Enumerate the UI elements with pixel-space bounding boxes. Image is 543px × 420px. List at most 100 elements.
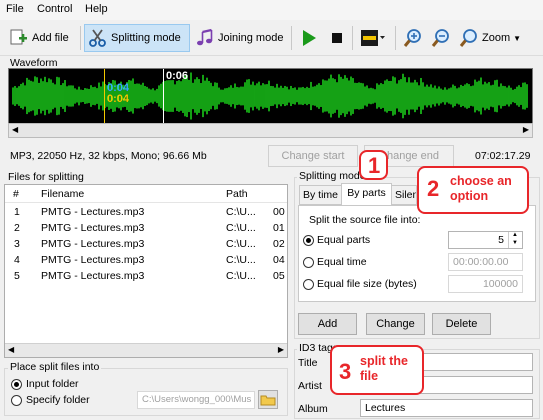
toolbar-separator — [80, 26, 81, 50]
row-path: C:\U... — [226, 270, 256, 282]
scissors-icon — [88, 28, 108, 48]
toolbar-separator — [395, 26, 396, 50]
row-number: 5 — [14, 270, 20, 282]
delete-button[interactable]: Delete — [432, 313, 491, 335]
tab-silence[interactable]: Silen — [391, 185, 417, 205]
add-button[interactable]: Add — [298, 313, 357, 335]
row-extra: 02 — [273, 238, 285, 250]
row-path: C:\U... — [226, 238, 256, 250]
row-filename: PMTG - Lectures.mp3 — [41, 222, 145, 234]
row-filename: PMTG - Lectures.mp3 — [41, 206, 145, 218]
column-header-filename[interactable]: Filename — [41, 188, 84, 200]
files-list[interactable]: # Filename Path 1 PMTG - Lectures.mp3 C:… — [4, 184, 288, 358]
menu-file[interactable]: File — [6, 3, 24, 15]
splitting-mode-label: Splitting mode — [111, 32, 181, 44]
files-list-header: # Filename Path — [5, 185, 287, 203]
browse-folder-button[interactable] — [258, 390, 278, 409]
row-filename: PMTG - Lectures.mp3 — [41, 238, 145, 250]
equal-time-radio[interactable] — [303, 257, 314, 268]
zoom-label: Zoom — [482, 32, 511, 44]
stepper-up-icon[interactable]: ▲ — [512, 232, 518, 238]
row-filename: PMTG - Lectures.mp3 — [41, 254, 145, 266]
stop-icon — [327, 28, 347, 48]
files-panel-label: Files for splitting — [8, 171, 84, 183]
title-label: Title — [298, 357, 318, 369]
menu-control[interactable]: Control — [37, 3, 72, 15]
joining-mode-button[interactable]: Joining mode — [192, 24, 286, 52]
row-path: C:\U... — [226, 222, 256, 234]
specify-folder-label: Specify folder — [26, 394, 90, 406]
split-into-label: Split the source file into: — [309, 214, 421, 226]
annotation-step-1: 1 — [359, 150, 388, 180]
zoom-out-icon — [431, 28, 451, 48]
play-button[interactable] — [296, 24, 325, 52]
specify-folder-radio[interactable] — [11, 395, 22, 406]
input-folder-radio[interactable] — [11, 379, 22, 390]
menu-help[interactable]: Help — [85, 3, 108, 15]
row-number: 2 — [14, 222, 20, 234]
parts-stepper[interactable]: ▲ ▼ — [508, 232, 522, 248]
menu-bar: File Control Help — [0, 0, 543, 20]
album-label: Album — [298, 403, 328, 415]
folder-icon — [260, 395, 276, 406]
waveform-graph — [12, 72, 528, 120]
start-time-yellow: 0:04 — [107, 93, 130, 105]
annotation-number: 2 — [427, 176, 440, 201]
table-row[interactable]: 2 PMTG - Lectures.mp3 C:\U... 01 — [5, 221, 287, 237]
row-number: 1 — [14, 206, 20, 218]
volume-button[interactable] — [357, 24, 392, 52]
selection-start-marker — [104, 69, 105, 124]
row-path: C:\U... — [226, 254, 256, 266]
row-extra: 04 — [273, 254, 285, 266]
table-row[interactable]: 4 PMTG - Lectures.mp3 C:\U... 04 — [5, 253, 287, 269]
row-extra: 01 — [273, 222, 285, 234]
place-split-label: Place split files into — [8, 361, 102, 373]
table-row[interactable]: 1 PMTG - Lectures.mp3 C:\U... 00 — [5, 205, 287, 221]
annotation-number: 3 — [339, 359, 352, 384]
music-notes-icon — [195, 28, 215, 48]
add-file-icon — [9, 28, 29, 48]
zoom-in-button[interactable] — [400, 24, 429, 52]
album-field[interactable]: Lectures — [360, 399, 533, 417]
equal-parts-radio[interactable] — [303, 235, 314, 246]
zoom-menu-button[interactable]: Zoom ▼ — [456, 24, 524, 52]
change-button[interactable]: Change — [366, 313, 425, 335]
scroll-left-icon[interactable]: ◀ — [8, 345, 14, 354]
table-row[interactable]: 5 PMTG - Lectures.mp3 C:\U... 05 — [5, 269, 287, 285]
stepper-down-icon[interactable]: ▼ — [512, 240, 518, 246]
row-extra: 00 — [273, 206, 285, 218]
files-horizontal-scrollbar[interactable]: ◀ ▶ — [5, 343, 287, 357]
joining-mode-label: Joining mode — [218, 32, 284, 44]
splitting-mode-button[interactable]: Splitting mode — [84, 24, 190, 52]
input-folder-label: Input folder — [26, 378, 79, 390]
tab-by-parts[interactable]: By parts — [341, 183, 392, 206]
artist-label: Artist — [298, 380, 322, 392]
volume-meter-icon — [360, 28, 386, 48]
scroll-right-icon[interactable]: ▶ — [278, 345, 284, 354]
scroll-right-icon[interactable]: ▶ — [523, 125, 529, 134]
change-start-button[interactable]: Change start — [268, 145, 358, 167]
table-row[interactable]: 3 PMTG - Lectures.mp3 C:\U... 02 — [5, 237, 287, 253]
annotation-step-2: 2 choose an option — [417, 166, 529, 214]
column-header-num[interactable]: # — [13, 188, 19, 200]
row-filename: PMTG - Lectures.mp3 — [41, 270, 145, 282]
toolbar-separator — [352, 26, 353, 50]
play-cursor-marker — [163, 69, 164, 124]
equal-size-input[interactable]: 100000 — [448, 275, 523, 293]
equal-size-label: Equal file size (bytes) — [317, 278, 417, 290]
stop-button[interactable] — [324, 24, 353, 52]
equal-time-input[interactable]: 00:00:00.00 — [448, 253, 523, 271]
folder-path-field[interactable]: C:\Users\wongg_000\Mus — [137, 391, 255, 409]
add-file-label: Add file — [32, 32, 69, 44]
by-parts-panel: Split the source file into: Equal parts … — [298, 205, 536, 302]
zoom-out-button[interactable] — [428, 24, 457, 52]
zoom-in-icon — [403, 28, 423, 48]
waveform-scrollbar[interactable]: ◀ ▶ — [8, 123, 533, 138]
annotation-number: 1 — [368, 153, 381, 178]
scroll-left-icon[interactable]: ◀ — [12, 125, 18, 134]
equal-size-radio[interactable] — [303, 279, 314, 290]
column-header-path[interactable]: Path — [226, 188, 248, 200]
add-file-button[interactable]: Add file — [6, 24, 72, 52]
tab-by-time[interactable]: By time — [299, 185, 342, 205]
total-duration: 07:02:17.29 — [475, 150, 531, 162]
